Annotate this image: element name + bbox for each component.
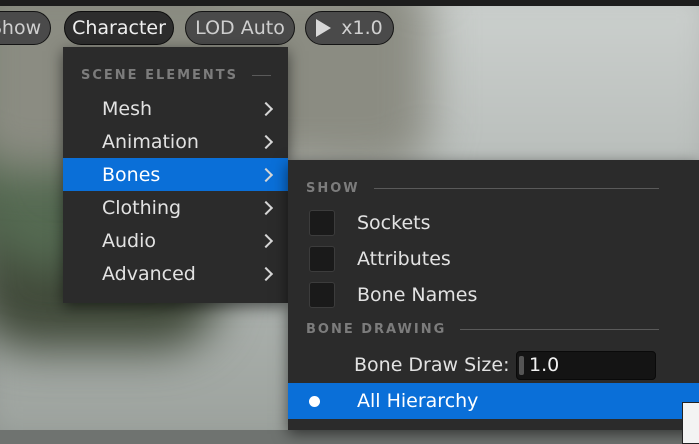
playback-speed-button[interactable]: x1.0 bbox=[305, 11, 394, 45]
bone-draw-size-input[interactable]: 1.0 bbox=[516, 350, 656, 380]
viewport-corner-widget bbox=[682, 402, 699, 444]
section-header-show: SHOW bbox=[306, 181, 659, 196]
option-label: All Hierarchy bbox=[357, 390, 479, 412]
menu-item-label: Audio bbox=[102, 229, 157, 252]
menu-item-animation[interactable]: Animation bbox=[63, 125, 288, 158]
bones-submenu: SHOW Sockets Attributes Bone Names BONE … bbox=[288, 160, 699, 430]
checkbox-label: Sockets bbox=[357, 212, 431, 234]
section-divider bbox=[252, 75, 271, 76]
checkbox-row-sockets[interactable]: Sockets bbox=[288, 205, 699, 241]
lod-button-label: LOD Auto bbox=[195, 17, 285, 39]
menu-item-advanced[interactable]: Advanced bbox=[63, 257, 288, 290]
chevron-right-icon bbox=[258, 101, 274, 117]
menu-item-audio[interactable]: Audio bbox=[63, 224, 288, 257]
option-all-hierarchy[interactable]: All Hierarchy bbox=[288, 383, 699, 419]
radio-selected-icon bbox=[309, 395, 320, 407]
spin-handle-icon[interactable] bbox=[519, 355, 524, 375]
section-header-label: SHOW bbox=[306, 181, 360, 196]
playback-speed-label: x1.0 bbox=[341, 17, 383, 39]
checkbox-row-attributes[interactable]: Attributes bbox=[288, 241, 699, 277]
section-divider bbox=[460, 329, 659, 330]
chevron-right-icon bbox=[258, 134, 274, 150]
lod-button[interactable]: LOD Auto bbox=[185, 11, 295, 45]
attributes-checkbox[interactable] bbox=[309, 246, 335, 272]
menu-item-label: Mesh bbox=[102, 97, 153, 120]
chevron-right-icon bbox=[258, 200, 274, 216]
menu-item-clothing[interactable]: Clothing bbox=[63, 191, 288, 224]
bone-draw-size-label: Bone Draw Size: bbox=[354, 354, 510, 376]
chevron-right-icon bbox=[258, 167, 274, 183]
menu-item-mesh[interactable]: Mesh bbox=[63, 92, 288, 125]
character-menu: SCENE ELEMENTS Mesh Animation Bones Clot… bbox=[63, 47, 288, 303]
bone-names-checkbox[interactable] bbox=[309, 282, 335, 308]
menu-item-label: Animation bbox=[102, 130, 199, 153]
section-header-label: SCENE ELEMENTS bbox=[81, 68, 239, 83]
character-button[interactable]: Character bbox=[64, 11, 174, 45]
section-header-bone-drawing: BONE DRAWING bbox=[306, 322, 659, 337]
checkbox-row-bone-names[interactable]: Bone Names bbox=[288, 277, 699, 313]
menu-item-label: Bones bbox=[102, 163, 161, 186]
chevron-right-icon bbox=[258, 266, 274, 282]
sockets-checkbox[interactable] bbox=[309, 210, 335, 236]
menu-item-label: Clothing bbox=[102, 196, 182, 219]
bone-draw-size-value: 1.0 bbox=[529, 354, 560, 376]
section-header-label: BONE DRAWING bbox=[306, 322, 447, 337]
menu-item-label: Advanced bbox=[102, 262, 196, 285]
section-divider bbox=[373, 188, 659, 189]
show-button[interactable]: Show bbox=[0, 11, 51, 45]
menu-item-bones[interactable]: Bones bbox=[63, 158, 288, 191]
play-icon bbox=[316, 19, 332, 37]
bone-draw-size-row: Bone Draw Size: 1.0 bbox=[288, 347, 699, 383]
character-button-label: Character bbox=[72, 17, 166, 39]
checkbox-label: Bone Names bbox=[357, 284, 478, 306]
section-header-scene-elements: SCENE ELEMENTS bbox=[81, 68, 271, 83]
top-edge-strip bbox=[0, 0, 699, 6]
show-button-label: Show bbox=[0, 17, 42, 39]
checkbox-label: Attributes bbox=[357, 248, 451, 270]
chevron-right-icon bbox=[258, 233, 274, 249]
